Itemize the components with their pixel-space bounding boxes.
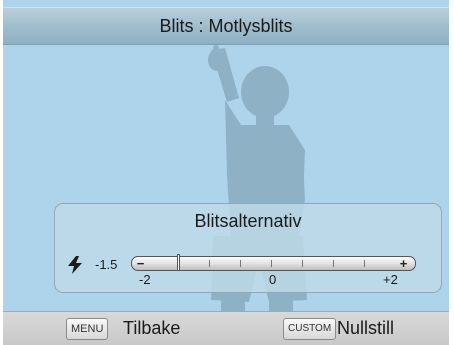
reset-label[interactable]: Nullstill [337,317,394,339]
back-label[interactable]: Tilbake [123,317,180,339]
increase-button[interactable]: + [398,257,409,270]
custom-key[interactable]: CUSTOM [283,318,337,340]
camera-screen: Blits : Motlysblits Blitsalternativ -1.5… [3,0,449,345]
slider-tick [333,260,334,267]
slider-tick [364,260,365,267]
slider-tick [271,260,272,267]
flash-icon [68,256,82,274]
exposure-value-readout: -1.5 [95,257,118,272]
scale-label-min: -2 [139,272,151,287]
mode-title: Blits : Motlysblits [3,7,449,45]
slider-tick [240,260,241,267]
camera-screen-frame: Blits : Motlysblits Blitsalternativ -1.5… [0,0,454,345]
decrease-button[interactable]: − [135,257,146,270]
slider-tick [209,260,210,267]
flash-options-panel: Blitsalternativ -1.5 − + -2 0 +2 [54,203,442,293]
panel-title: Blitsalternativ [194,211,302,231]
menu-key[interactable]: MENU [66,318,109,340]
slider-thumb[interactable] [177,254,180,271]
flash-compensation-slider[interactable] [131,256,416,271]
scale-label-max: +2 [383,272,398,287]
scale-label-zero: 0 [269,272,277,287]
slider-tick [302,260,303,267]
child-silhouette-image [208,45,307,345]
footer-bar: MENU Tilbake CUSTOM Nullstill [3,311,449,345]
